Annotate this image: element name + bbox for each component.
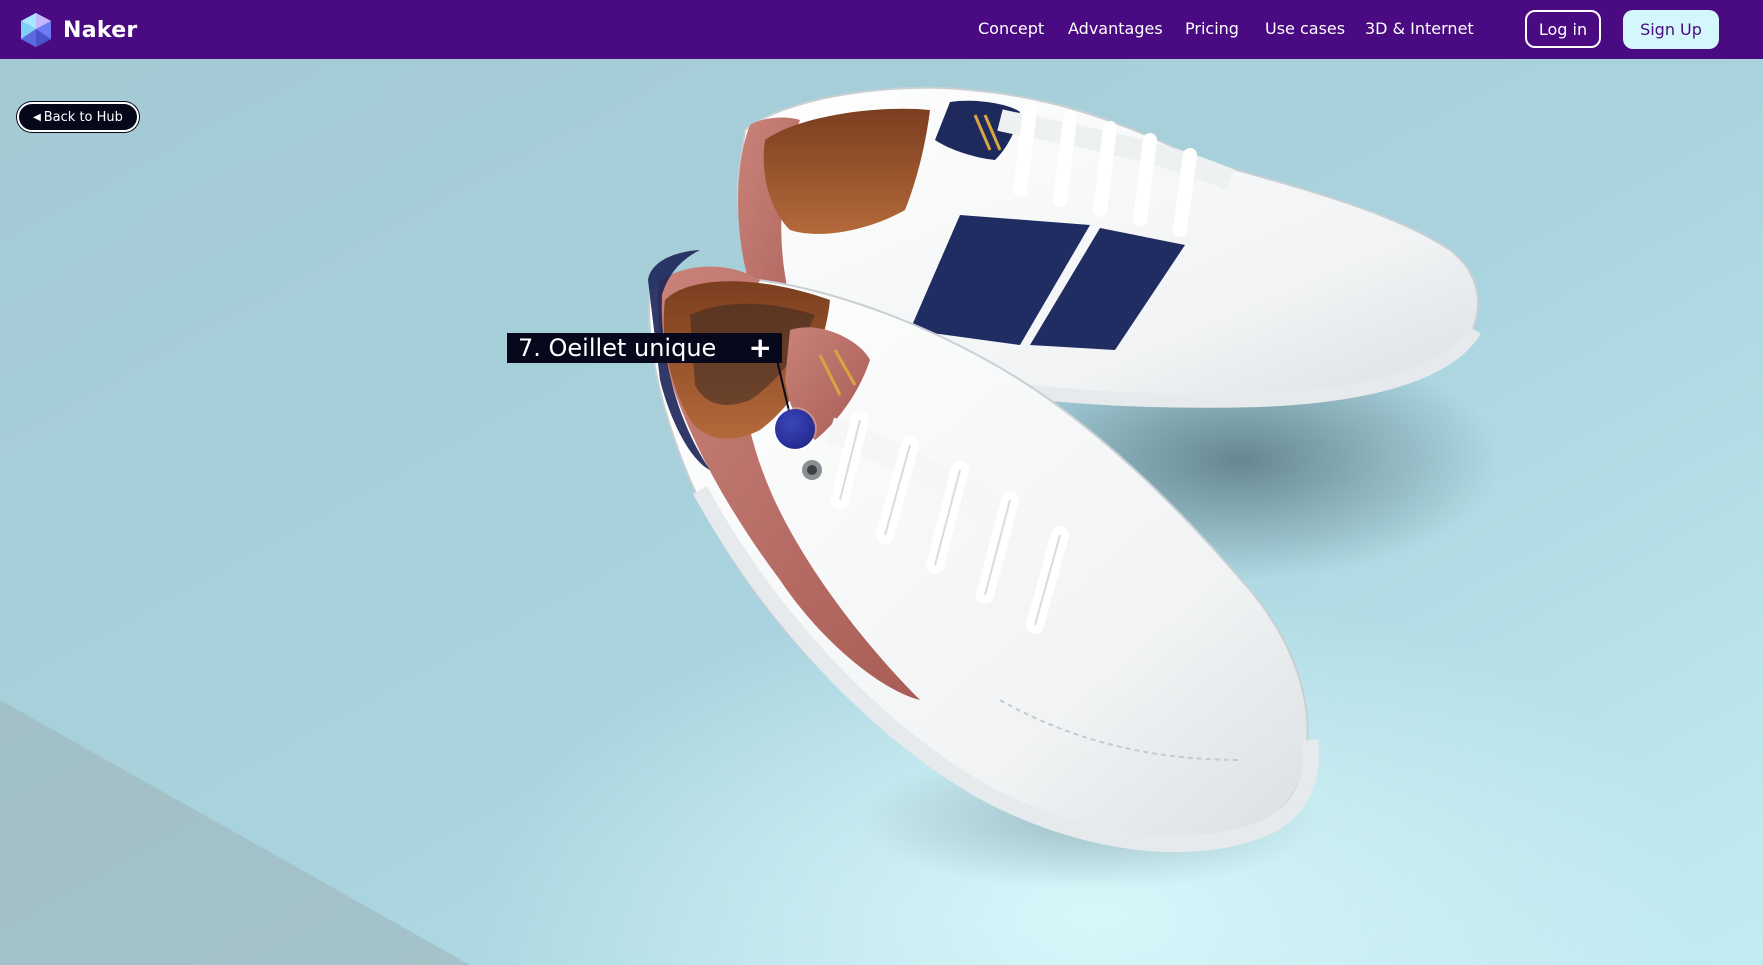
back-to-hub-button[interactable]: ◀ Back to Hub (17, 102, 139, 132)
login-button[interactable]: Log in (1525, 10, 1601, 48)
left-triangle-icon: ◀ (33, 111, 41, 123)
hotspot-marker[interactable] (775, 409, 815, 449)
nav-link-advantages[interactable]: Advantages (1068, 19, 1163, 38)
signup-button[interactable]: Sign Up (1623, 10, 1719, 49)
back-to-hub-label: Back to Hub (43, 109, 123, 125)
nav-link-concept[interactable]: Concept (978, 19, 1044, 38)
main-nav: Concept Advantages Pricing Use cases 3D … (0, 0, 1763, 59)
nav-link-use-cases[interactable]: Use cases (1265, 19, 1345, 38)
hotspot-label[interactable]: 7. Oeillet unique + (507, 333, 782, 363)
nav-link-3d-internet[interactable]: 3D & Internet (1365, 19, 1474, 38)
nav-link-pricing[interactable]: Pricing (1185, 19, 1239, 38)
top-navbar: Naker Concept Advantages Pricing Use cas… (0, 0, 1763, 59)
plus-icon[interactable]: + (749, 333, 772, 363)
sneaker-scene (0, 0, 1763, 965)
hotspot-title: 7. Oeillet unique (518, 334, 717, 362)
3d-viewer-canvas[interactable] (0, 0, 1763, 965)
